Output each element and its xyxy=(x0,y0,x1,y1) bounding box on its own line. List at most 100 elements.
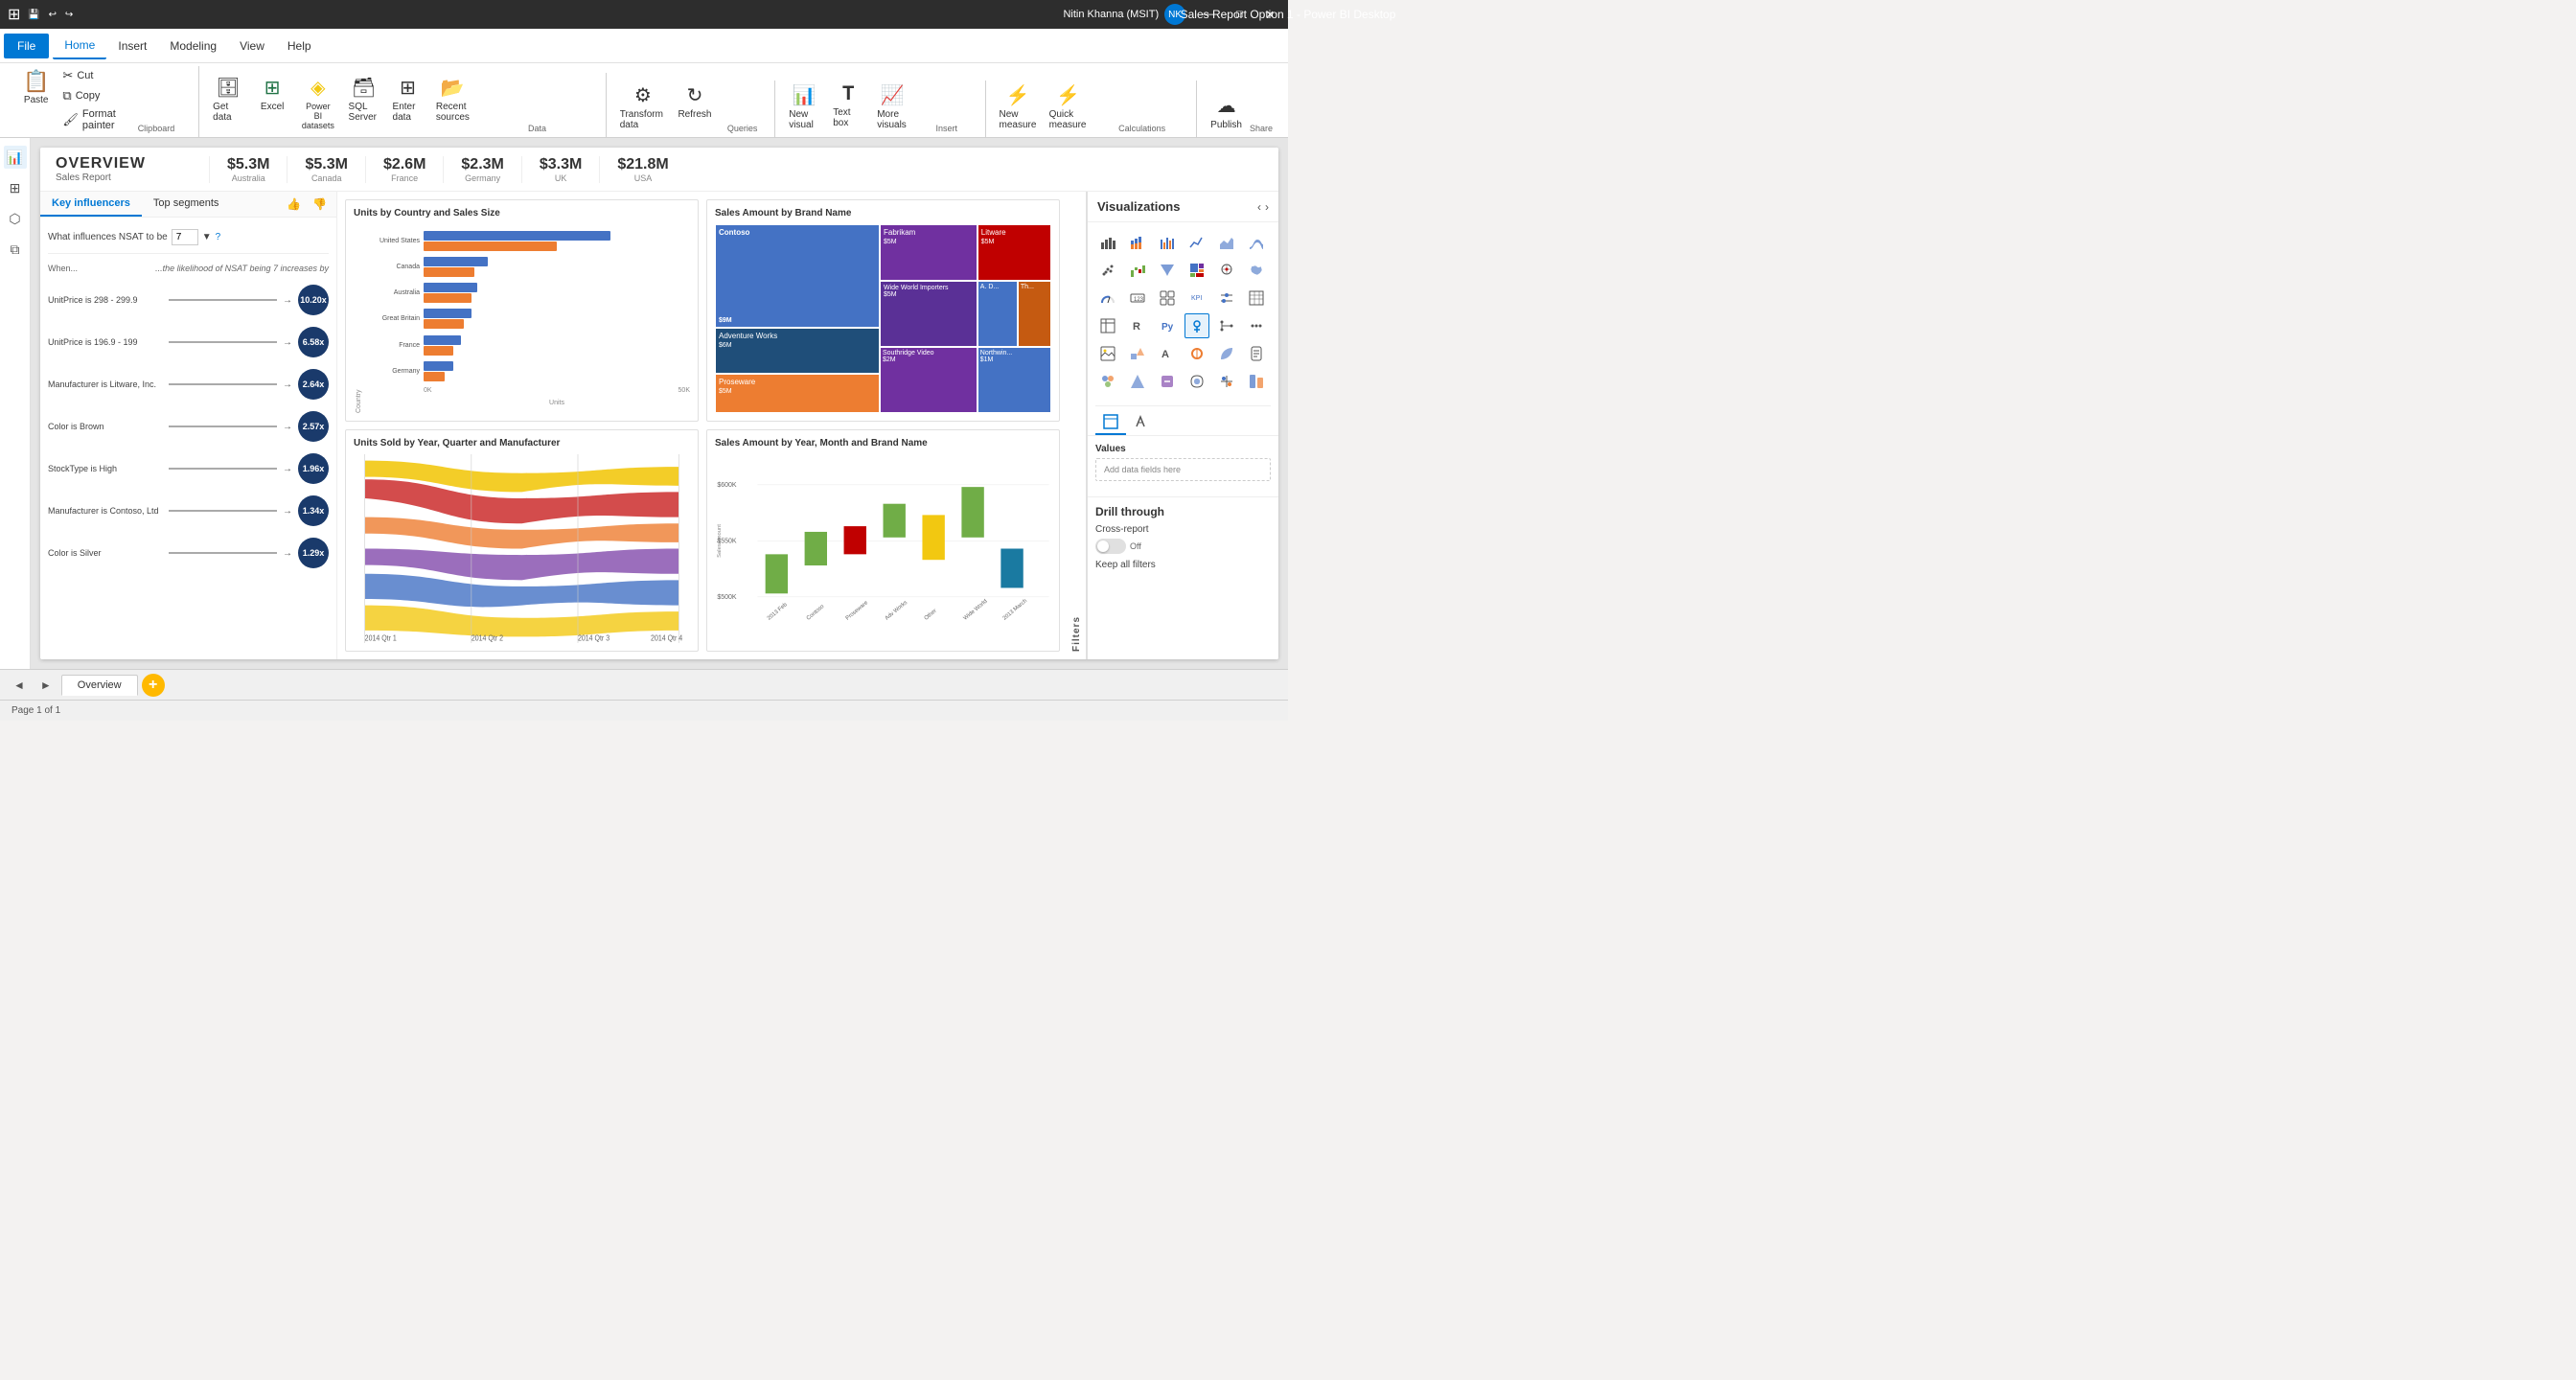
vis-icon-scatter[interactable] xyxy=(1095,258,1120,283)
vis-icon-shapes[interactable] xyxy=(1125,341,1150,366)
vis-icon-decomp-tree[interactable] xyxy=(1214,313,1239,338)
vis-icon-ribbon[interactable] xyxy=(1244,230,1269,255)
refresh-button[interactable]: ↻ Refresh xyxy=(674,80,716,123)
quick-measure-button[interactable]: ⚡ Quick measure xyxy=(1044,80,1094,133)
format-tab[interactable] xyxy=(1126,410,1157,435)
vis-icon-custom4[interactable] xyxy=(1095,369,1120,394)
ribbon: 📋 Paste ✂ Cut ⧉ Copy 🖌 Format painter Cl… xyxy=(0,63,1288,138)
top-segments-tab[interactable]: Top segments xyxy=(142,192,230,217)
paste-button[interactable]: 📋 Paste xyxy=(15,66,57,108)
page-next-nav[interactable]: ► xyxy=(34,677,58,694)
undo-icon[interactable]: ↩ xyxy=(49,10,57,20)
influencer-section: What influences NSAT to be ▼ ? When... .… xyxy=(40,218,336,659)
country-label-france: France xyxy=(364,342,420,349)
save-icon[interactable]: 💾 xyxy=(28,10,39,20)
vis-icon-custom7[interactable] xyxy=(1184,369,1209,394)
recent-sources-button[interactable]: 📂 Recent sources xyxy=(431,73,475,126)
vis-icon-map[interactable] xyxy=(1214,258,1239,283)
report-view-icon[interactable]: 📊 xyxy=(4,146,27,169)
view-menu[interactable]: View xyxy=(228,34,276,58)
nsat-value-input[interactable] xyxy=(172,229,198,245)
vis-icon-multi-card[interactable] xyxy=(1155,286,1180,310)
vis-icon-python[interactable]: Py xyxy=(1155,313,1180,338)
sql-server-button[interactable]: 🗃 SQL Server xyxy=(343,73,385,126)
x-axis: 0K 50K xyxy=(364,387,690,394)
metric-germany-label: Germany xyxy=(465,173,500,183)
toggle-track[interactable] xyxy=(1095,539,1126,554)
model-view-icon[interactable]: ⬡ xyxy=(4,207,27,230)
help-icon[interactable]: ? xyxy=(216,232,221,242)
vis-icon-custom3[interactable] xyxy=(1244,341,1269,366)
metric-germany-value: $2.3M xyxy=(461,156,503,173)
fields-dropzone[interactable]: Add data fields here xyxy=(1095,458,1271,481)
vis-icon-treemap[interactable] xyxy=(1184,258,1209,283)
format-painter-button[interactable]: 🖌 Format painter xyxy=(58,106,119,133)
enter-data-button[interactable]: ⊞ Enter data xyxy=(387,73,429,126)
more-visuals-button[interactable]: 📈 More visuals xyxy=(871,80,913,133)
vis-icon-slicer[interactable] xyxy=(1214,286,1239,310)
svg-text:Proseware: Proseware xyxy=(845,600,869,622)
power-bi-datasets-button[interactable]: ◈ Power BI datasets xyxy=(295,73,340,133)
toggle-label: Off xyxy=(1130,541,1141,551)
vis-icon-card[interactable]: 123 xyxy=(1125,286,1150,310)
vis-icon-custom2[interactable] xyxy=(1214,341,1239,366)
vis-next-arrow[interactable]: › xyxy=(1265,200,1269,214)
units-country-chart[interactable]: Units by Country and Sales Size Country … xyxy=(345,199,699,422)
vis-prev-arrow[interactable]: ‹ xyxy=(1257,200,1261,214)
get-data-button[interactable]: 🗄 Get data xyxy=(207,73,249,126)
new-measure-button[interactable]: ⚡ New measure xyxy=(994,80,1041,133)
vis-icon-more[interactable] xyxy=(1244,313,1269,338)
modeling-menu[interactable]: Modeling xyxy=(158,34,228,58)
vis-icon-image[interactable] xyxy=(1095,341,1120,366)
help-menu[interactable]: Help xyxy=(276,34,323,58)
values-tab[interactable] xyxy=(1095,410,1126,435)
home-menu[interactable]: Home xyxy=(53,33,106,59)
page-prev-nav[interactable]: ◄ xyxy=(8,677,31,694)
thumbs-up-icon[interactable]: 👍 xyxy=(283,196,305,213)
vis-icon-custom1[interactable] xyxy=(1184,341,1209,366)
transform-data-button[interactable]: ⚙ Transform data xyxy=(614,80,672,133)
share-group: ☁ Publish Share xyxy=(1197,91,1280,137)
data-view-icon[interactable]: ⊞ xyxy=(4,176,27,199)
vis-icon-area[interactable] xyxy=(1214,230,1239,255)
metric-australia-label: Australia xyxy=(232,173,265,183)
vis-icon-waterfall[interactable] xyxy=(1125,258,1150,283)
vis-icon-custom6[interactable] xyxy=(1155,369,1180,394)
vis-icon-custom9[interactable] xyxy=(1244,369,1269,394)
vis-icon-kpi[interactable]: KPI xyxy=(1184,286,1209,310)
vis-icon-gauge[interactable] xyxy=(1095,286,1120,310)
vis-icon-custom8[interactable] xyxy=(1214,369,1239,394)
vis-icon-stacked-bar[interactable] xyxy=(1125,230,1150,255)
chevron-icon[interactable]: ▼ xyxy=(202,232,212,242)
vis-icon-matrix[interactable] xyxy=(1095,313,1120,338)
thumbs-down-icon[interactable]: 👎 xyxy=(309,196,331,213)
vis-icon-filled-map[interactable] xyxy=(1244,258,1269,283)
dag-view-icon[interactable]: ⧉ xyxy=(4,238,27,261)
publish-button[interactable]: ☁ Publish xyxy=(1205,91,1248,133)
text-box-button[interactable]: 𝐓 Text box xyxy=(827,80,869,131)
vis-icon-text[interactable]: A xyxy=(1155,341,1180,366)
copy-button[interactable]: ⧉ Copy xyxy=(58,86,119,105)
vis-icon-table[interactable] xyxy=(1244,286,1269,310)
file-menu[interactable]: File xyxy=(4,34,49,58)
vis-icon-custom5[interactable] xyxy=(1125,369,1150,394)
sales-brand-year-chart[interactable]: Sales Amount by Year, Month and Brand Na… xyxy=(706,429,1060,652)
add-page-button[interactable]: + xyxy=(142,674,165,697)
sales-brand-chart[interactable]: Sales Amount by Brand Name Contoso$9M Fa… xyxy=(706,199,1060,422)
vis-icon-bar[interactable] xyxy=(1095,230,1120,255)
vis-icon-line[interactable] xyxy=(1184,230,1209,255)
redo-icon[interactable]: ↪ xyxy=(65,10,73,20)
app-icon: ⊞ xyxy=(8,5,20,24)
key-influencers-tab[interactable]: Key influencers xyxy=(40,192,142,217)
units-sold-chart[interactable]: Units Sold by Year, Quarter and Manufact… xyxy=(345,429,699,652)
new-visual-button[interactable]: 📊 New visual xyxy=(783,80,825,133)
cut-button[interactable]: ✂ Cut xyxy=(58,66,119,85)
insert-menu[interactable]: Insert xyxy=(106,34,158,58)
vis-icon-r[interactable]: R xyxy=(1125,313,1150,338)
vis-icon-key-influencers[interactable] xyxy=(1184,313,1209,338)
toggle-thumb xyxy=(1097,540,1109,552)
excel-button[interactable]: ⊞ Excel xyxy=(251,73,293,115)
vis-icon-clustered[interactable] xyxy=(1155,230,1180,255)
vis-icon-funnel[interactable] xyxy=(1155,258,1180,283)
overview-page-tab[interactable]: Overview xyxy=(61,675,138,696)
